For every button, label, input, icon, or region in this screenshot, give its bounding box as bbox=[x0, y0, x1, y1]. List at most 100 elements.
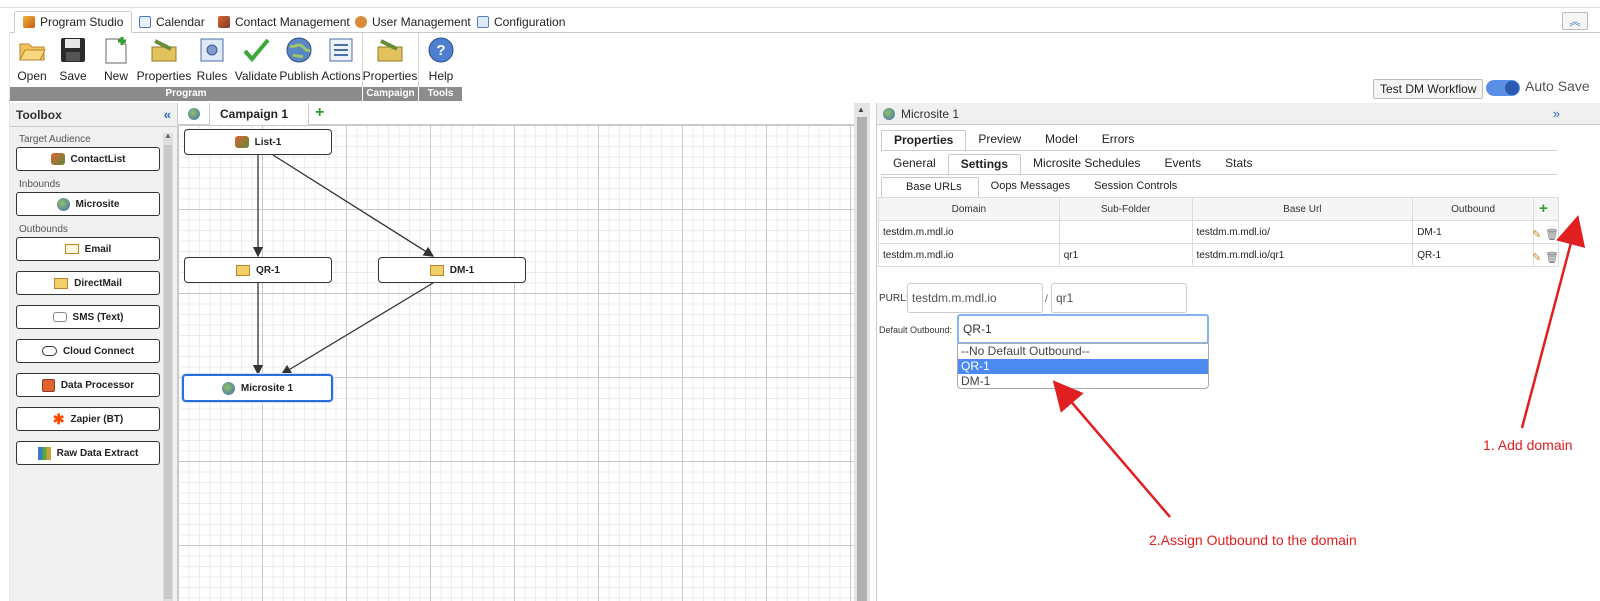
default-outbound-dropdown: --No Default Outbound-- QR-1 DM-1 bbox=[957, 343, 1209, 389]
toolbox-item-email[interactable]: Email bbox=[16, 237, 160, 261]
contact-list-icon bbox=[50, 153, 65, 165]
tab-preview[interactable]: Preview bbox=[966, 130, 1033, 150]
publish-globe-icon bbox=[284, 35, 314, 65]
column-header: Domain bbox=[878, 197, 1060, 221]
table-header-row: Domain Sub-Folder Base Url Outbound bbox=[878, 197, 1559, 221]
tab-properties[interactable]: Properties bbox=[881, 130, 967, 150]
tab-stats[interactable]: Stats bbox=[1213, 154, 1264, 174]
add-domain-icon[interactable]: + bbox=[1539, 201, 1548, 216]
actions-button[interactable]: Actions bbox=[319, 35, 363, 85]
dropdown-option[interactable]: DM-1 bbox=[958, 374, 1208, 388]
annotation-assign-outbound: 2.Assign Outbound to the domain bbox=[1149, 532, 1357, 548]
url-tabs: Base URLs Oops Messages Session Controls bbox=[881, 175, 1189, 197]
campaign-properties-button[interactable]: Properties bbox=[363, 35, 417, 85]
toolbox-item-sms[interactable]: SMS (Text) bbox=[16, 305, 160, 329]
test-dm-workflow-button[interactable]: Test DM Workflow bbox=[1373, 79, 1484, 99]
column-header: Base Url bbox=[1191, 197, 1414, 221]
globe-icon bbox=[221, 381, 235, 395]
canvas-scrollbar[interactable]: ▲ bbox=[854, 103, 870, 601]
help-button[interactable]: ? Help bbox=[419, 35, 463, 85]
data-processor-icon bbox=[41, 378, 55, 392]
table-cell: testdm.m.mdl.io bbox=[878, 243, 1060, 267]
canvas-scroll-thumb[interactable] bbox=[857, 117, 867, 601]
node-microsite-1[interactable]: Microsite 1 bbox=[182, 374, 333, 402]
default-outbound-select[interactable]: QR-1 bbox=[957, 314, 1209, 344]
new-document-icon bbox=[101, 35, 131, 65]
tab-settings[interactable]: Settings bbox=[947, 154, 1022, 174]
node-qr-1[interactable]: QR-1 bbox=[184, 257, 332, 283]
tab-errors[interactable]: Errors bbox=[1090, 130, 1147, 150]
node-list-1[interactable]: List-1 bbox=[184, 129, 332, 155]
user-icon bbox=[355, 16, 367, 28]
tab-model[interactable]: Model bbox=[1033, 130, 1090, 150]
tab-microsite-schedules[interactable]: Microsite Schedules bbox=[1021, 154, 1152, 174]
tab-program-studio[interactable]: Program Studio bbox=[14, 11, 133, 33]
category-inbounds: Inbounds bbox=[19, 179, 61, 190]
tab-base-urls[interactable]: Base URLs bbox=[881, 177, 979, 197]
save-button[interactable]: Save bbox=[51, 35, 95, 85]
actions-list-icon bbox=[326, 35, 356, 65]
toolbox-item-directmail[interactable]: DirectMail bbox=[16, 271, 160, 295]
edit-icon[interactable]: ✎ bbox=[1532, 251, 1541, 264]
connector-dm-microsite bbox=[280, 282, 434, 375]
table-row[interactable]: testdm.m.mdl.io testdm.m.mdl.io/ DM-1 bbox=[878, 220, 1559, 244]
toolbox-item-zapier[interactable]: ✱ Zapier (BT) bbox=[16, 407, 160, 431]
toolbox-item-raw-data-extract[interactable]: Raw Data Extract bbox=[16, 441, 160, 465]
program-properties-button[interactable]: Properties bbox=[137, 35, 191, 85]
delete-icon[interactable]: 🗑 bbox=[1545, 251, 1559, 264]
table-cell: qr1 bbox=[1058, 243, 1193, 267]
tab-session-controls[interactable]: Session Controls bbox=[1082, 177, 1189, 197]
open-button[interactable]: Open bbox=[10, 35, 54, 85]
tab-calendar[interactable]: Calendar bbox=[131, 11, 213, 33]
column-header: Sub-Folder bbox=[1058, 197, 1193, 221]
folder-icon bbox=[17, 35, 47, 65]
properties-panel: Microsite 1 » Properties Preview Model E… bbox=[876, 103, 1600, 601]
node-dm-1[interactable]: DM-1 bbox=[378, 257, 526, 283]
toolbox-item-cloud-connect[interactable]: Cloud Connect bbox=[16, 339, 160, 363]
delete-icon[interactable]: 🗑 bbox=[1545, 228, 1559, 241]
cloud-icon bbox=[41, 346, 57, 356]
tab-oops-messages[interactable]: Oops Messages bbox=[979, 177, 1082, 197]
auto-save-toggle[interactable] bbox=[1486, 80, 1520, 96]
settings-tabs: General Settings Microsite Schedules Eve… bbox=[881, 152, 1264, 174]
table-cell: testdm.m.mdl.io bbox=[878, 220, 1060, 244]
toolbox-item-microsite[interactable]: Microsite bbox=[16, 192, 160, 216]
publish-button[interactable]: Publish bbox=[277, 35, 321, 85]
table-row[interactable]: testdm.m.mdl.io qr1 testdm.m.mdl.io/qr1 … bbox=[878, 243, 1559, 267]
dropdown-option-selected[interactable]: QR-1 bbox=[958, 359, 1208, 374]
tab-divider bbox=[881, 150, 1557, 151]
dropdown-option[interactable]: --No Default Outbound-- bbox=[958, 344, 1208, 359]
collapse-left-icon[interactable]: « bbox=[164, 107, 171, 122]
table-cell: QR-1 bbox=[1412, 243, 1535, 267]
validate-button[interactable]: Validate bbox=[234, 35, 278, 85]
connector-list-dm bbox=[272, 154, 435, 257]
table-cell: DM-1 bbox=[1412, 220, 1535, 244]
tab-events[interactable]: Events bbox=[1152, 154, 1213, 174]
tab-contact-management[interactable]: Contact Management bbox=[210, 11, 358, 33]
scroll-up-icon[interactable]: ▲ bbox=[857, 105, 865, 114]
tab-user-management[interactable]: User Management bbox=[347, 11, 479, 33]
collapse-ribbon-button[interactable]: ︽ bbox=[1562, 12, 1588, 30]
tab-configuration[interactable]: Configuration bbox=[469, 11, 573, 33]
collapse-right-icon[interactable]: » bbox=[1553, 106, 1560, 121]
panel-tabs: Properties Preview Model Errors bbox=[881, 128, 1146, 150]
direct-mail-icon bbox=[54, 277, 69, 289]
new-button[interactable]: New bbox=[94, 35, 138, 85]
svg-text:?: ? bbox=[436, 42, 445, 59]
floppy-icon bbox=[58, 35, 88, 65]
configuration-icon bbox=[477, 16, 489, 28]
toolbox-scroll-thumb[interactable] bbox=[164, 145, 172, 599]
purl-domain-input[interactable]: testdm.m.mdl.io bbox=[907, 283, 1043, 313]
toolbox-item-contactlist[interactable]: ContactList bbox=[16, 147, 160, 171]
default-outbound-label: Default Outbound: bbox=[879, 325, 953, 335]
tab-general[interactable]: General bbox=[881, 154, 948, 174]
toolbox-scrollbar[interactable] bbox=[163, 131, 173, 601]
purl-folder-input[interactable]: qr1 bbox=[1051, 283, 1187, 313]
toolbox-item-data-processor[interactable]: Data Processor bbox=[16, 373, 160, 397]
toolbox-header: Toolbox « bbox=[10, 103, 177, 127]
zapier-icon: ✱ bbox=[52, 411, 65, 427]
edit-icon[interactable]: ✎ bbox=[1532, 228, 1541, 241]
rules-button[interactable]: Rules bbox=[190, 35, 234, 85]
properties-icon bbox=[375, 35, 405, 65]
chevron-up-icon: ︽ bbox=[1569, 16, 1581, 28]
